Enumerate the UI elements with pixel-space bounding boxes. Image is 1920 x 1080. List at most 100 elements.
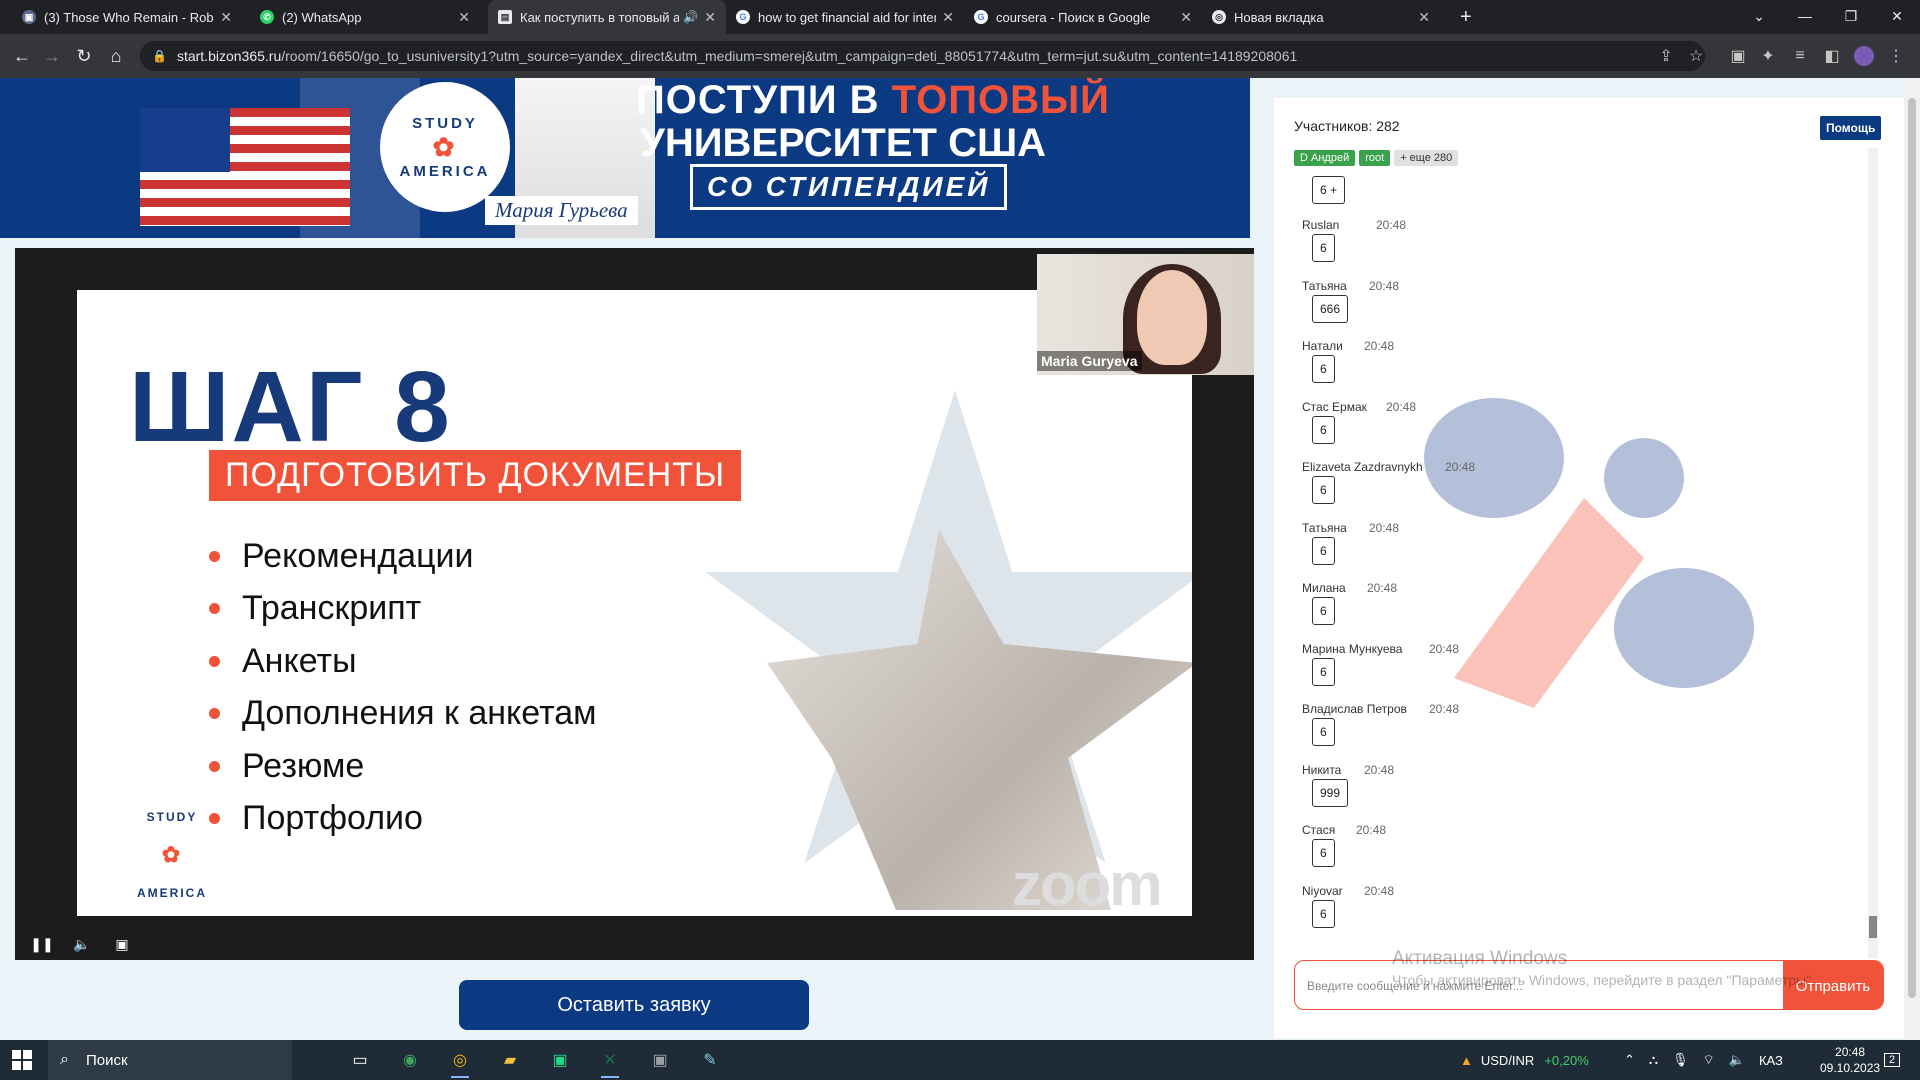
list-item: Дополнения к анкетам — [209, 688, 597, 741]
participant-tag[interactable]: D Андрей — [1294, 150, 1356, 166]
list-item: Анкеты — [209, 635, 597, 688]
chat-message: Elizaveta Zazdravnykh 20:48 6 — [1302, 460, 1802, 521]
tab-roblox[interactable]: ▣ (3) Those Who Remain - Roblox ✕ — [12, 0, 242, 34]
page-scroll-thumb[interactable] — [1908, 98, 1916, 998]
paint-icon[interactable]: ✎ — [695, 1046, 725, 1074]
menu-icon[interactable]: ⋮ — [1886, 46, 1906, 66]
volume-icon[interactable]: 🔈 — [1729, 1052, 1745, 1068]
tab-whatsapp[interactable]: ✆ (2) WhatsApp ✕ — [250, 0, 480, 34]
new-tab-button[interactable]: + — [1450, 0, 1480, 34]
message-author: Стася — [1302, 823, 1336, 837]
back-icon[interactable]: ← — [8, 42, 36, 70]
share-icon[interactable]: ⇪ — [1656, 46, 1676, 66]
picture-in-picture-icon[interactable]: ▣ — [109, 936, 135, 953]
forward-icon[interactable]: → — [38, 42, 66, 70]
message-text: 999 — [1312, 778, 1349, 807]
reload-icon[interactable]: ↻ — [70, 42, 98, 70]
message-author: Ruslan — [1302, 218, 1340, 232]
chat-messages: 6 + Ruslan 20:48 6 Татьяна 20:48 666 Натали 2… — [1302, 176, 1802, 944]
chat-message: Татьяна 20:48 6 — [1302, 521, 1802, 582]
address-bar[interactable]: 🔒 start.bizon365.ru/room/16650/go_to_usu… — [140, 41, 1705, 71]
participant-tags: D Андрей root + еще 280 — [1294, 150, 1459, 166]
side-panel-icon[interactable]: ◧ — [1822, 46, 1842, 66]
tab-search-icon[interactable]: ⌄ — [1736, 0, 1782, 32]
network-icon[interactable]: ⛬ — [1649, 1052, 1658, 1068]
video-player[interactable]: ШАГ 8 ПОДГОТОВИТЬ ДОКУМЕНТЫ Рекомендации… — [15, 248, 1254, 960]
message-author: Татьяна — [1302, 520, 1347, 535]
tab-coursera-search[interactable]: G coursera - Поиск в Google ✕ — [964, 0, 1202, 34]
browser-tab-strip: ▣ (3) Those Who Remain - Roblox ✕ ✆ (2) … — [0, 0, 1920, 34]
puzzle-icon[interactable]: ✦ — [1758, 46, 1778, 66]
message-time: 20:48 — [1364, 762, 1395, 777]
ticker-widget[interactable]: ▲ USD/INR +0,20% — [1460, 1040, 1589, 1080]
task-view-icon[interactable]: ▭ — [345, 1046, 375, 1074]
speaker-icon[interactable]: 🔊 — [683, 10, 698, 24]
message-time: 20:48 — [1367, 581, 1398, 595]
participant-tag[interactable]: root — [1359, 150, 1391, 166]
close-tab-icon[interactable]: ✕ — [704, 9, 716, 26]
chat-message: Марина Мункуева 20:48 6 — [1302, 642, 1802, 703]
windows-start-icon[interactable] — [12, 1050, 32, 1070]
chrome-icon[interactable]: ◎ — [445, 1046, 475, 1078]
restore-button[interactable]: ❐ — [1828, 0, 1874, 32]
pause-icon[interactable]: ❚❚ — [29, 936, 55, 953]
roblox-icon[interactable]: ▣ — [645, 1046, 675, 1074]
message-text: 6 — [1312, 899, 1335, 928]
message-time: 20:48 — [1369, 278, 1400, 293]
google-icon: G — [974, 10, 988, 24]
ticker-icon: ▲ — [1460, 1052, 1473, 1068]
media-control-icon[interactable]: ≡ — [1790, 46, 1810, 66]
profile-avatar[interactable] — [1854, 46, 1874, 66]
close-tab-icon[interactable]: ✕ — [458, 9, 470, 26]
wifi-icon[interactable]: ⌔ — [1703, 1052, 1715, 1068]
chat-message: Стас Ермак 20:48 6 — [1302, 400, 1802, 461]
notifications-icon[interactable]: 2 — [1884, 1040, 1901, 1080]
excel-icon[interactable]: ✕ — [595, 1046, 625, 1078]
message-text: 6 — [1312, 415, 1335, 444]
taskbar-search[interactable]: ⌕ Поиск — [48, 1040, 292, 1080]
message-author: Elizaveta Zazdravnykh — [1302, 460, 1423, 474]
banner-headline-1: ПОСТУПИ В ТОПОВЫЙ — [636, 78, 1110, 122]
close-tab-icon[interactable]: ✕ — [220, 9, 232, 26]
microphone-icon[interactable]: 🎙 — [1672, 1052, 1689, 1068]
google-icon: G — [736, 10, 750, 24]
promo-banner: STUDY ✿ AMERICA Мария Гурьева ПОСТУПИ В … — [0, 78, 1250, 238]
message-author: Татьяна — [1302, 278, 1347, 293]
clock[interactable]: 20:48 09.10.2023 — [1820, 1040, 1880, 1080]
bee-icon: ✿ — [432, 131, 458, 162]
file-explorer-icon[interactable]: ▰ — [495, 1046, 525, 1074]
extension-icon[interactable]: ▣ — [1728, 46, 1748, 66]
home-icon[interactable]: ⌂ — [102, 42, 130, 70]
apply-button[interactable]: Оставить заявку — [459, 980, 809, 1030]
message-text: 6 — [1312, 657, 1335, 686]
chat-message: Ruslan 20:48 6 — [1302, 218, 1802, 279]
message-time: 20:48 — [1429, 702, 1460, 716]
tab-financial-aid[interactable]: G how to get financial aid for inter ✕ — [726, 0, 964, 34]
page-scrollbar[interactable] — [1904, 78, 1920, 1040]
chat-message: Милана 20:48 6 — [1302, 581, 1802, 642]
bee-icon: ✿ — [161, 842, 183, 867]
pycharm-icon[interactable]: ▣ — [545, 1046, 575, 1074]
minimize-button[interactable]: — — [1782, 0, 1828, 32]
bookmark-star-icon[interactable]: ☆ — [1686, 46, 1706, 66]
language-indicator[interactable]: КАЗ — [1759, 1053, 1783, 1068]
tab-active-webinar[interactable]: ▤ Как поступить в топовый а 🔊 ✕ — [488, 0, 726, 34]
close-tab-icon[interactable]: ✕ — [1418, 9, 1430, 26]
volume-icon[interactable]: 🔈 — [69, 936, 95, 953]
tab-new-tab[interactable]: ◎ Новая вкладка ✕ — [1202, 0, 1440, 34]
chat-scrollbar[interactable] — [1868, 148, 1878, 958]
message-time: 20:48 — [1364, 883, 1395, 898]
close-tab-icon[interactable]: ✕ — [942, 9, 954, 26]
more-participants-tag[interactable]: + еще 280 — [1394, 150, 1459, 166]
chat-scroll-thumb[interactable] — [1869, 916, 1877, 938]
message-text: 6 — [1312, 839, 1335, 867]
list-item: Портфолио — [209, 793, 597, 846]
close-tab-icon[interactable]: ✕ — [1180, 9, 1192, 26]
edge-icon[interactable]: ◉ — [395, 1046, 425, 1074]
chevron-up-icon[interactable]: ⌃ — [1624, 1052, 1635, 1068]
list-item: Резюме — [209, 740, 597, 793]
close-window-button[interactable]: ✕ — [1874, 0, 1920, 32]
study-america-logo: STUDY ✿ AMERICA — [380, 82, 510, 212]
help-button[interactable]: Помощь — [1820, 116, 1882, 140]
message-author: Марина Мункуева — [1302, 641, 1403, 656]
